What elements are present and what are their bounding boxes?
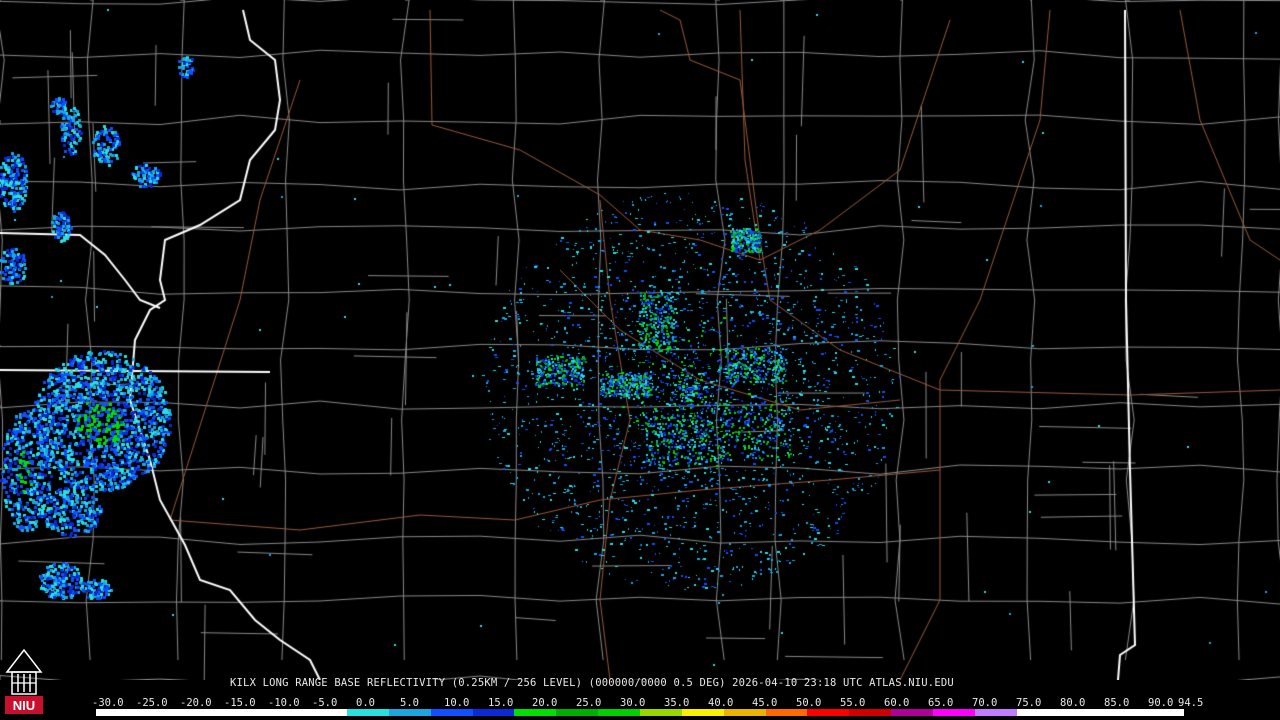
scale-label: 90.0 bbox=[1148, 697, 1174, 709]
scale-label: 30.0 bbox=[620, 697, 646, 709]
scale-label: -25.0 bbox=[136, 697, 168, 709]
scale-label: 5.0 bbox=[400, 697, 419, 709]
colorbar-segment bbox=[974, 709, 1017, 716]
colorbar-segment bbox=[765, 709, 808, 716]
scale-label: 35.0 bbox=[664, 697, 690, 709]
reflectivity-scale-labels: -30.0 -25.0 -20.0 -15.0 -10.0 -5.0 0.0 5.0 10.0 1… bbox=[92, 697, 1203, 709]
colorbar-segment bbox=[1142, 709, 1184, 716]
colorbar-segment bbox=[347, 709, 389, 716]
scale-label: 80.0 bbox=[1060, 697, 1086, 709]
colorbar-segment bbox=[723, 709, 766, 716]
colorbar-segment bbox=[598, 709, 640, 716]
colorbar-segment bbox=[137, 709, 180, 716]
colorbar-segment bbox=[96, 709, 138, 716]
scale-label: 55.0 bbox=[840, 697, 866, 709]
colorbar-segment bbox=[1100, 709, 1143, 716]
colorbar-segment bbox=[179, 709, 222, 716]
colorbar-segment bbox=[514, 709, 557, 716]
scale-label: 40.0 bbox=[708, 697, 734, 709]
scale-label: 25.0 bbox=[576, 697, 602, 709]
scale-label: -30.0 bbox=[92, 697, 124, 709]
logo-text: NIU bbox=[13, 698, 35, 713]
scale-label: -10.0 bbox=[268, 697, 300, 709]
niu-tower-logo-icon[interactable]: NIU bbox=[3, 646, 45, 716]
scale-label: 10.0 bbox=[444, 697, 470, 709]
colorbar-segment bbox=[430, 709, 473, 716]
scale-label: -5.0 bbox=[312, 697, 338, 709]
colorbar-segment bbox=[1058, 709, 1101, 716]
scale-label: 45.0 bbox=[752, 697, 778, 709]
scale-label: 15.0 bbox=[488, 697, 514, 709]
colorbar-segment bbox=[556, 709, 599, 716]
scale-label: 75.0 bbox=[1016, 697, 1042, 709]
scale-label: 94.5 bbox=[1178, 697, 1204, 709]
colorbar-segment bbox=[1016, 709, 1059, 716]
scale-label: 85.0 bbox=[1104, 697, 1130, 709]
reflectivity-colorbar bbox=[96, 709, 1184, 716]
radar-map[interactable] bbox=[0, 0, 1280, 680]
colorbar-segment bbox=[263, 709, 306, 716]
scale-label: 0.0 bbox=[356, 697, 375, 709]
colorbar-segment bbox=[932, 709, 975, 716]
scale-label: 20.0 bbox=[532, 697, 558, 709]
colorbar-segment bbox=[807, 709, 850, 716]
colorbar-segment bbox=[681, 709, 724, 716]
colorbar-segment bbox=[639, 709, 682, 716]
scale-label: -15.0 bbox=[224, 697, 256, 709]
colorbar-segment bbox=[221, 709, 264, 716]
colorbar-segment bbox=[891, 709, 933, 716]
scale-label: 70.0 bbox=[972, 697, 998, 709]
scale-label: 65.0 bbox=[928, 697, 954, 709]
scale-label: 50.0 bbox=[796, 697, 822, 709]
colorbar-segment bbox=[472, 709, 515, 716]
product-caption: KILX LONG RANGE BASE REFLECTIVITY (0.25K… bbox=[230, 677, 954, 689]
colorbar-segment bbox=[849, 709, 892, 716]
colorbar-segment bbox=[305, 709, 348, 716]
colorbar-segment bbox=[388, 709, 431, 716]
scale-label: -20.0 bbox=[180, 697, 212, 709]
scale-label: 60.0 bbox=[884, 697, 910, 709]
